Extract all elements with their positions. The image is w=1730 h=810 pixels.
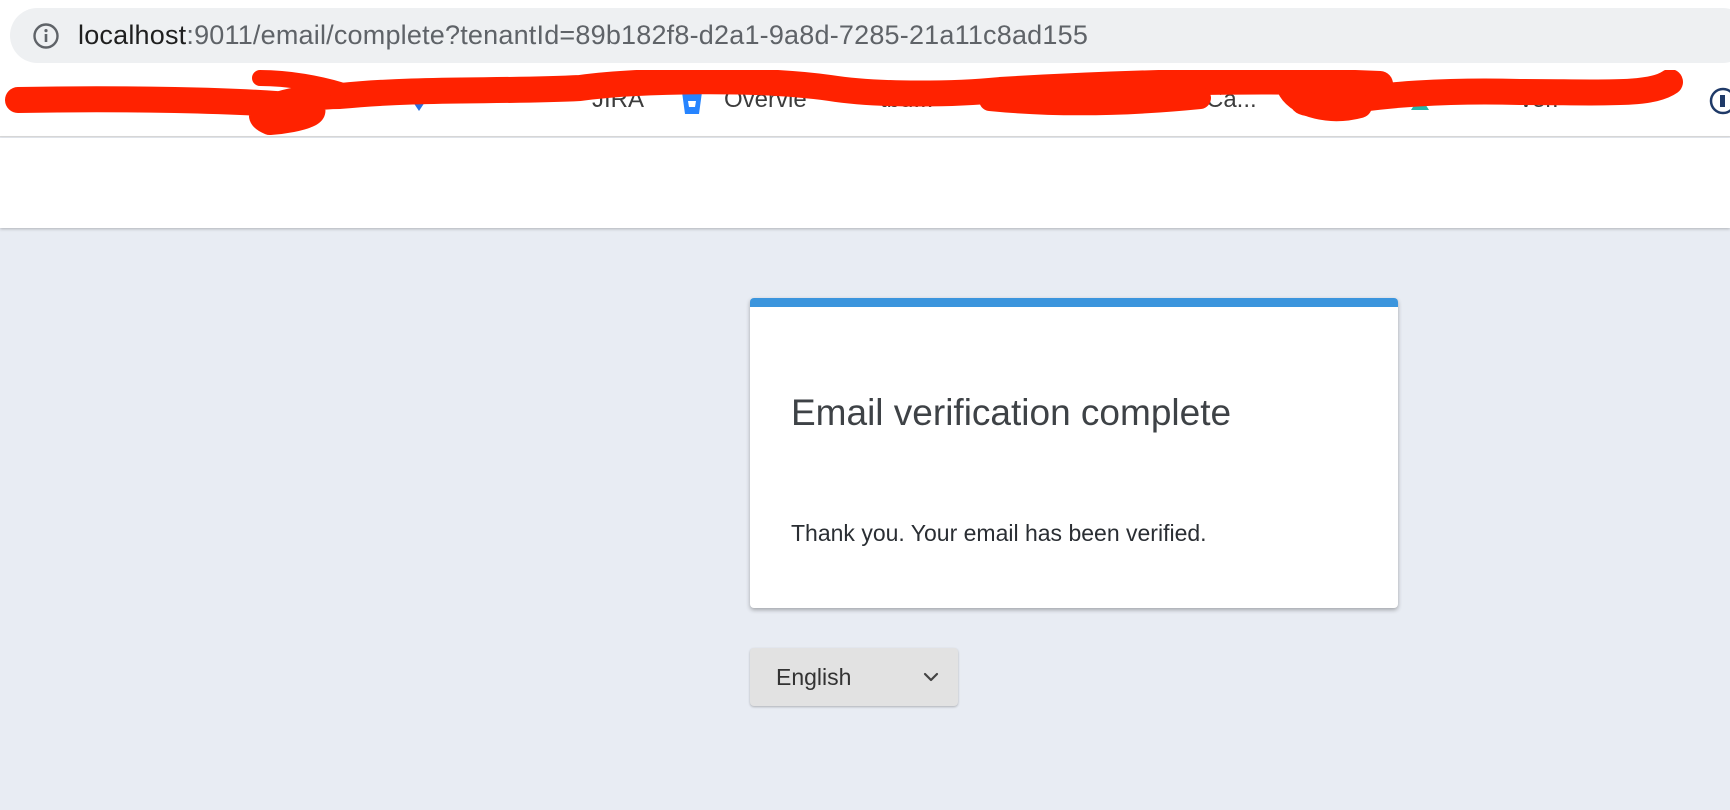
- url-text[interactable]: localhost:9011/email/complete?tenantId=8…: [78, 20, 1088, 51]
- bookmark-bitbucket[interactable]: tbu...: [880, 86, 933, 114]
- bookmark-ca[interactable]: Ca...: [1206, 86, 1257, 114]
- chevron-down-icon: [922, 668, 940, 686]
- extension-icon[interactable]: [1708, 86, 1730, 121]
- panel-message: Thank you. Your email has been verified.: [791, 520, 1207, 546]
- locale-select[interactable]: English: [750, 648, 958, 706]
- browser-chrome: localhost:9011/email/complete?tenantId=8…: [0, 0, 1730, 137]
- bookmark-blue-icon[interactable]: [408, 90, 430, 117]
- bookmarks-bar: JIRA Overvie tbu... Ca... ver.: [0, 70, 1730, 136]
- info-icon[interactable]: [32, 22, 60, 50]
- panel-title: Email verification complete: [791, 392, 1232, 433]
- url-host: localhost: [78, 20, 187, 50]
- bookmark-ver[interactable]: ver.: [1520, 86, 1559, 114]
- verification-panel: Email verification complete Thank you. Y…: [750, 298, 1398, 608]
- locale-selected: English: [776, 663, 852, 690]
- app-header: [0, 138, 1730, 228]
- bitbucket-icon: [680, 90, 704, 121]
- bookmark-overview[interactable]: Overvie: [724, 86, 807, 114]
- address-bar[interactable]: localhost:9011/email/complete?tenantId=8…: [10, 8, 1730, 63]
- confluence-icon: [1408, 90, 1432, 119]
- url-path: :9011/email/complete?tenantId=89b182f8-d…: [186, 20, 1089, 50]
- redaction-scribble: [5, 70, 1683, 135]
- bookmark-jira[interactable]: JIRA: [592, 86, 644, 114]
